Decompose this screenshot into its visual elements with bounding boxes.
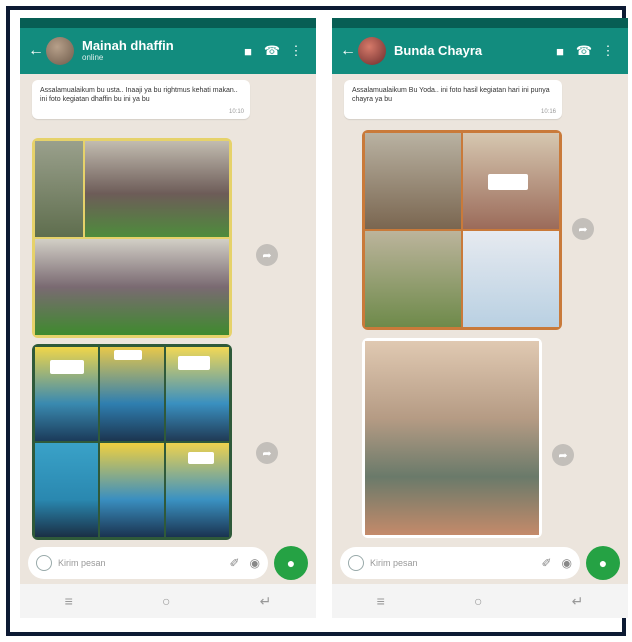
contact-avatar[interactable] — [46, 37, 74, 65]
home-icon[interactable]: ○ — [162, 593, 170, 609]
image-message[interactable] — [32, 138, 232, 338]
face-blur — [188, 452, 214, 464]
back-icon[interactable]: ↵ — [260, 593, 272, 610]
image-message[interactable] — [32, 344, 232, 540]
message-input[interactable]: Kirim pesan ✐ ◉ — [340, 547, 580, 579]
message-time: 10:16 — [540, 108, 556, 115]
chat-header: ← Bunda Chayra ■ ☎ ⋮ — [332, 28, 628, 74]
message-input-bar: Kirim pesan ✐ ◉ ● — [28, 546, 308, 580]
android-nav-bar: ≡ ○ ↵ — [20, 584, 316, 618]
emoji-icon[interactable] — [36, 555, 52, 571]
contact-name: Mainah dhaffin — [82, 38, 174, 54]
face-blur — [114, 350, 142, 360]
photo — [365, 133, 461, 229]
photo — [35, 239, 229, 335]
chat-area: Assalamualaikum Bu Yoda.. ini foto hasil… — [332, 74, 628, 540]
contact-avatar[interactable] — [358, 37, 386, 65]
message-input[interactable]: Kirim pesan ✐ ◉ — [28, 547, 268, 579]
menu-icon[interactable]: ⋮ — [284, 43, 308, 59]
input-placeholder: Kirim pesan — [370, 558, 418, 568]
photo — [365, 341, 539, 535]
attach-icon[interactable]: ✐ — [541, 556, 551, 570]
face-blur — [178, 356, 210, 370]
voice-call-icon[interactable]: ☎ — [260, 43, 284, 59]
recents-icon[interactable]: ≡ — [65, 593, 73, 609]
back-icon[interactable]: ↵ — [572, 593, 584, 610]
photo-collage — [35, 141, 229, 335]
chat-area: Assalamualaikum bu usta.. Inaaji ya bu r… — [20, 74, 316, 540]
photo-collage — [365, 133, 559, 327]
voice-call-icon[interactable]: ☎ — [572, 43, 596, 59]
image-message[interactable] — [362, 338, 542, 538]
forward-icon[interactable]: ➦ — [256, 244, 278, 266]
face-blur — [50, 360, 84, 374]
photo — [100, 347, 164, 441]
video-call-icon[interactable]: ■ — [548, 44, 572, 59]
image-message[interactable] — [362, 130, 562, 330]
photo — [463, 231, 559, 327]
mic-button[interactable]: ● — [274, 546, 308, 580]
face-blur — [488, 174, 528, 190]
video-call-icon[interactable]: ■ — [236, 44, 260, 59]
photo-collage — [35, 347, 229, 537]
message-bubble[interactable]: Assalamualaikum Bu Yoda.. ini foto hasil… — [344, 80, 562, 119]
mic-button[interactable]: ● — [586, 546, 620, 580]
contact-info[interactable]: Bunda Chayra — [394, 42, 548, 58]
contact-status: online — [82, 52, 104, 62]
forward-icon[interactable]: ➦ — [552, 444, 574, 466]
message-text: Assalamualaikum bu usta.. Inaaji ya bu r… — [40, 87, 238, 104]
back-arrow-icon[interactable]: ← — [340, 42, 358, 60]
photo — [35, 141, 83, 237]
chat-header: ← Mainah dhaffin online ■ ☎ ⋮ — [20, 28, 316, 74]
photo — [365, 231, 461, 327]
attach-icon[interactable]: ✐ — [229, 556, 239, 570]
left-phone-chat: ← Mainah dhaffin online ■ ☎ ⋮ Assalamual… — [20, 18, 316, 618]
input-placeholder: Kirim pesan — [58, 558, 106, 568]
recents-icon[interactable]: ≡ — [377, 593, 385, 609]
menu-icon[interactable]: ⋮ — [596, 43, 620, 59]
contact-info[interactable]: Mainah dhaffin online — [82, 39, 236, 62]
photo — [85, 141, 229, 237]
camera-icon[interactable]: ◉ — [562, 556, 572, 570]
mic-icon: ● — [286, 555, 296, 571]
forward-icon[interactable]: ➦ — [572, 218, 594, 240]
message-bubble[interactable]: Assalamualaikum bu usta.. Inaaji ya bu r… — [32, 80, 250, 119]
camera-icon[interactable]: ◉ — [250, 556, 260, 570]
back-arrow-icon[interactable]: ← — [28, 42, 46, 60]
photo — [35, 443, 99, 537]
home-icon[interactable]: ○ — [474, 593, 482, 609]
android-nav-bar: ≡ ○ ↵ — [332, 584, 628, 618]
status-bar — [20, 18, 316, 28]
mic-icon: ● — [598, 555, 608, 571]
right-phone-chat: ← Bunda Chayra ■ ☎ ⋮ Assalamualaikum Bu … — [332, 18, 628, 618]
message-text: Assalamualaikum Bu Yoda.. ini foto hasil… — [352, 87, 550, 104]
emoji-icon[interactable] — [348, 555, 364, 571]
message-time: 10:10 — [228, 108, 244, 115]
forward-icon[interactable]: ➦ — [256, 442, 278, 464]
message-input-bar: Kirim pesan ✐ ◉ ● — [340, 546, 620, 580]
status-bar — [332, 18, 628, 28]
contact-name: Bunda Chayra — [394, 42, 483, 58]
photo — [100, 443, 164, 537]
